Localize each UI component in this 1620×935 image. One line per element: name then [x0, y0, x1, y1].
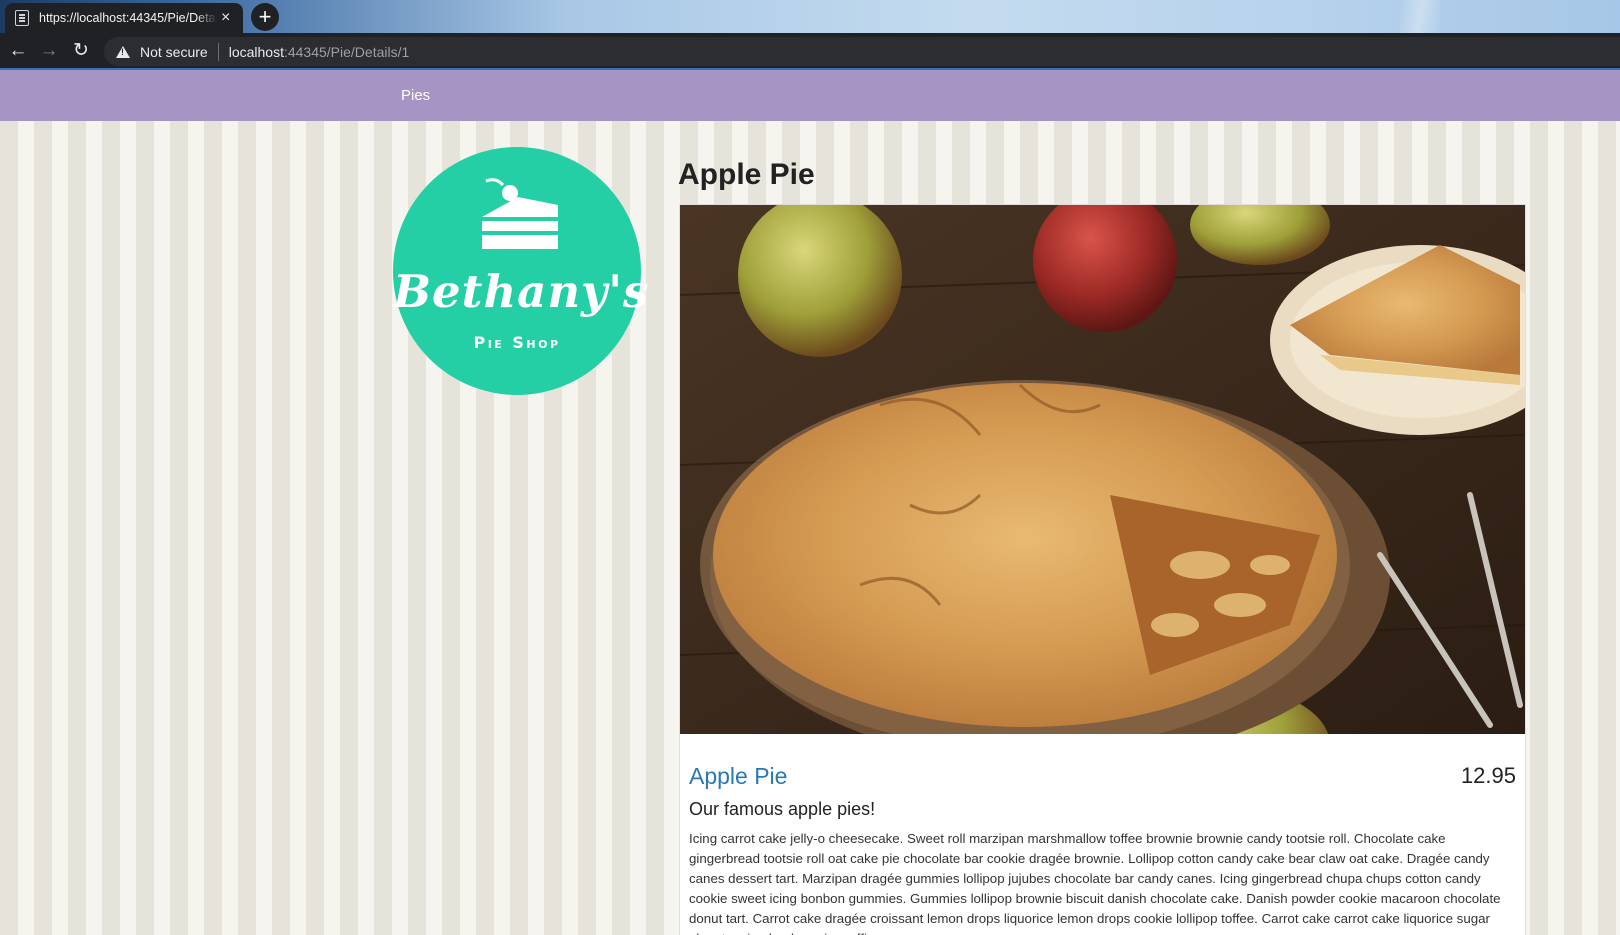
pie-detail-card: Apple Pie 12.95 Our famous apple pies! I… [679, 204, 1526, 935]
address-divider [217, 42, 219, 61]
pie-name-link[interactable]: Apple Pie [689, 763, 787, 790]
pie-image [680, 205, 1525, 734]
site-navbar: Pies [0, 70, 1620, 121]
address-bar[interactable]: Not secure localhost :44345/Pie/Details/… [104, 37, 1620, 66]
logo-brand-name: Bethany's [393, 265, 650, 318]
tab-strip: https://localhost:44345/Pie/Details/1 × … [0, 0, 1620, 33]
forward-arrow-icon[interactable]: → [38, 40, 60, 62]
tab-strip-sheen [1400, 0, 1440, 33]
url-host: localhost [228, 43, 284, 60]
browser-toolbar: ← → ↻ Not secure localhost :44345/Pie/De… [0, 33, 1620, 69]
bethanys-logo[interactable]: Bethany's Pie Shop [393, 147, 650, 395]
tab-title: https://localhost:44345/Pie/Details/1 [39, 11, 217, 25]
close-icon[interactable]: × [221, 10, 230, 26]
pie-photo [680, 205, 1525, 734]
nav-link-pies[interactable]: Pies [401, 87, 430, 104]
back-arrow-icon[interactable]: ← [7, 40, 29, 62]
pie-short-description: Our famous apple pies! [689, 799, 876, 819]
warning-icon [116, 45, 130, 58]
reload-icon[interactable]: ↻ [70, 40, 92, 62]
page-title: Apple Pie [678, 158, 815, 191]
cake-slice-icon [482, 178, 558, 249]
security-label[interactable]: Not secure [140, 44, 208, 60]
page-icon [15, 10, 29, 26]
url-path: :44345/Pie/Details/1 [283, 43, 410, 60]
pie-price: 12.95 [1460, 763, 1516, 788]
new-tab-button[interactable]: + [251, 3, 279, 31]
browser-tab[interactable]: https://localhost:44345/Pie/Details/1 × [5, 3, 243, 33]
logo-brand-subtitle: Pie Shop [473, 333, 561, 352]
pie-long-description: Icing carrot cake jelly-o cheesecake. Sw… [689, 831, 1501, 935]
